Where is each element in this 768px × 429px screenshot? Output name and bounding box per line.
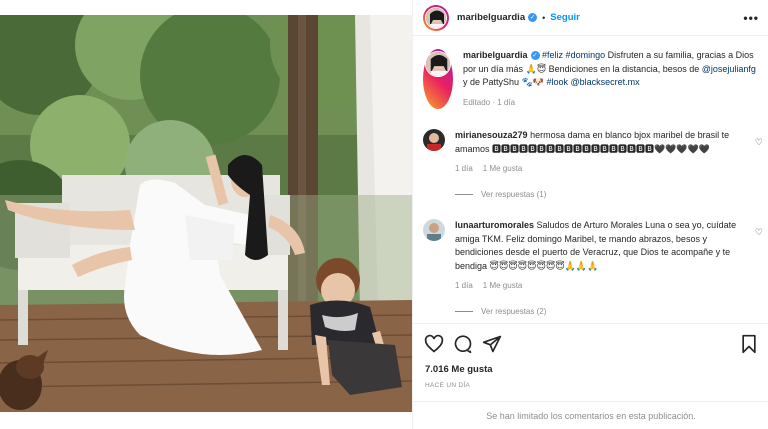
header-separator: • [542,12,546,23]
caption-verified-icon: ✓ [530,51,540,61]
caption-avatar-image [426,52,450,76]
view-replies-button[interactable]: Ver respuestas (2) [481,305,546,319]
comment-avatar-image [423,219,445,241]
post-photo-illustration [0,15,412,412]
share-icon[interactable] [482,334,502,354]
comment-username[interactable]: mirianesouza279 [455,130,528,140]
comment-like-heart-icon[interactable]: ♡ [755,137,763,148]
instagram-post-view: maribelguardia ✓ • Seguir ••• maribelgua… [0,0,768,429]
header-username[interactable]: maribelguardia [457,12,525,23]
post-photo[interactable] [0,15,412,412]
caption-mention-josejulianfg[interactable]: @josejulianfg [702,64,756,74]
caption-text-2: y de PattyShu 🐾🐶 [463,77,547,87]
posted-time: HACE UN DÍA [425,382,471,389]
comments-limited-notice: Se han limitado los comentarios en esta … [413,401,768,429]
comment-icon[interactable] [453,334,473,354]
more-options-icon[interactable]: ••• [743,11,759,25]
comment-age: 1 día [455,164,473,173]
caption-username[interactable]: maribelguardia [463,50,528,60]
verified-badge-icon: ✓ [528,13,538,22]
caption-meta: Editado · 1 día [463,97,516,107]
likes-count[interactable]: 7.016 Me gusta [425,364,493,375]
comment-likes[interactable]: 1 Me gusta [483,164,523,173]
view-replies-button[interactable]: Ver respuestas (1) [481,188,546,202]
header-avatar[interactable] [423,4,449,31]
user-avatar-image [426,7,446,28]
comment-item: lunaarturomorales Saludos de Arturo Mora… [423,219,763,318]
caption-avatar[interactable] [423,49,453,109]
caption: maribelguardia ✓ #feliz #domingo Disfrute… [423,49,763,109]
bookmark-icon[interactable] [739,334,759,354]
comment-like-heart-icon[interactable]: ♡ [755,227,763,238]
comment-avatar-image [423,129,445,151]
post-actions: 7.016 Me gusta HACE UN DÍA Se han limita… [413,323,768,429]
comment-age: 1 día [455,281,473,290]
post-header: maribelguardia ✓ • Seguir ••• [413,0,768,36]
comment-avatar[interactable] [423,129,445,151]
photo-panel [0,0,412,429]
comment-avatar[interactable] [423,219,445,241]
comment-username[interactable]: lunaarturomorales [455,220,534,230]
follow-button[interactable]: Seguir [550,12,580,23]
post-sidebar: maribelguardia ✓ • Seguir ••• maribelgua… [412,0,768,429]
caption-mention-blacksecret[interactable]: @blacksecret.mx [570,77,639,87]
caption-hashtag-look[interactable]: #look [546,77,568,87]
comment-likes[interactable]: 1 Me gusta [483,281,523,290]
comments-section: maribelguardia ✓ #feliz #domingo Disfrute… [413,37,768,323]
caption-hashtags[interactable]: #feliz #domingo [542,50,605,60]
comment-item: mirianesouza279 hermosa dama en blanco b… [423,129,763,201]
heart-icon[interactable] [424,334,444,354]
